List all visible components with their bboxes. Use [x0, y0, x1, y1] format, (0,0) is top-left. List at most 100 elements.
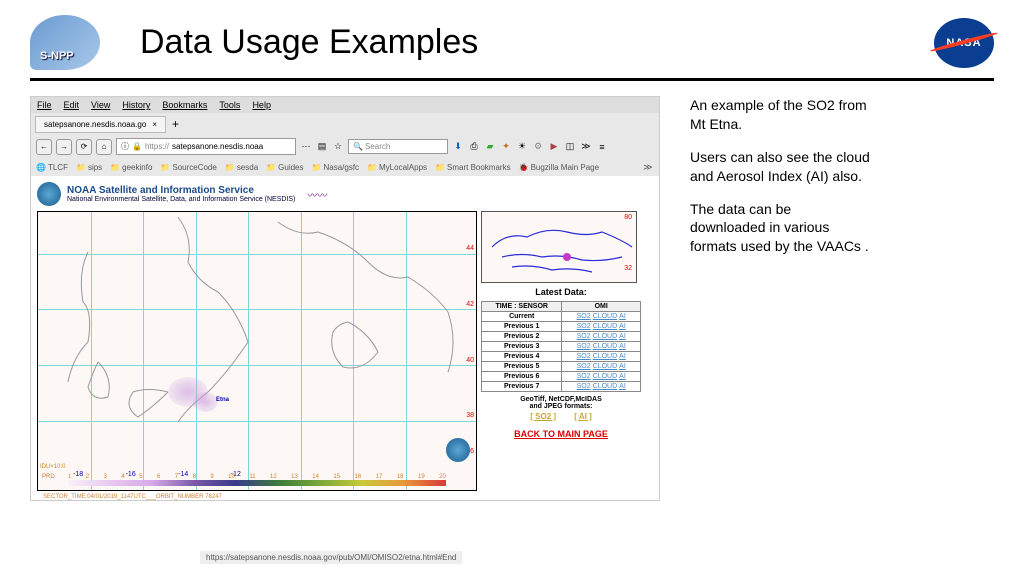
link-so2[interactable]: SO2	[576, 323, 592, 330]
data-table: TIME : SENSOROMI CurrentSO2CLOUDAIPrevio…	[481, 301, 641, 392]
link-cloud[interactable]: CLOUD	[592, 373, 619, 380]
link-cloud[interactable]: CLOUD	[592, 363, 619, 370]
addon-icon-3[interactable]: ☀	[516, 141, 528, 153]
home-button[interactable]: ⌂	[96, 139, 112, 155]
link-so2[interactable]: SO2	[576, 343, 592, 350]
link-cloud[interactable]: CLOUD	[592, 323, 619, 330]
link-cloud[interactable]: CLOUD	[592, 353, 619, 360]
download-ai-link[interactable]: [ AI ]	[574, 412, 591, 421]
browser-window: File Edit View History Bookmarks Tools H…	[30, 96, 660, 501]
sector-time: SECTOR_TIME:04/01/2019_1147UTC___ORBIT_N…	[43, 494, 671, 500]
download-links: [ SO2 ] [ AI ]	[481, 412, 641, 421]
lock-icon: 🔒	[132, 142, 142, 151]
browser-tab[interactable]: satepsanone.nesdis.noaa.go ×	[35, 116, 166, 133]
url-input[interactable]: ⓘ 🔒 https://satepsanone.nesdis.noaa	[116, 138, 296, 155]
status-bar: https://satepsanone.nesdis.noaa.gov/pub/…	[200, 551, 462, 564]
link-ai[interactable]: AI	[618, 323, 627, 330]
side-panel: 80 32 Latest Data: TIME : SENSOROMI Curr…	[481, 211, 641, 491]
description-text: An example of the SO2 from Mt Etna. User…	[690, 96, 870, 501]
menu-bookmarks[interactable]: Bookmarks	[162, 100, 207, 110]
addon-icon-5[interactable]: ▶	[548, 141, 560, 153]
noaa-subtitle: National Environmental Satellite, Data, …	[67, 196, 295, 203]
download-so2-link[interactable]: [ SO2 ]	[530, 412, 556, 421]
tab-title: satepsanone.nesdis.noaa.go	[44, 120, 146, 129]
more-icon[interactable]: ⋯	[300, 141, 312, 153]
menu-history[interactable]: History	[122, 100, 150, 110]
page-content: NOAA Satellite and Information Service N…	[31, 176, 659, 500]
slide-title: Data Usage Examples	[140, 23, 934, 62]
search-input[interactable]: 🔍 Search	[348, 139, 448, 154]
back-button[interactable]: ←	[36, 139, 52, 155]
bookmark-geekinfo[interactable]: 📁geekinfo	[110, 163, 152, 172]
idu-label: IDU×10:0	[40, 464, 66, 470]
link-so2[interactable]: SO2	[576, 353, 592, 360]
coastline	[38, 212, 476, 490]
star-icon[interactable]: ☆	[332, 141, 344, 153]
link-so2[interactable]: SO2	[576, 373, 592, 380]
th-omi: OMI	[562, 302, 641, 312]
etna-label: Etna	[216, 397, 229, 403]
table-row: Previous 1SO2CLOUDAI	[482, 322, 641, 332]
new-tab-button[interactable]: +	[166, 115, 185, 133]
info-icon[interactable]: ⓘ	[121, 141, 129, 152]
bookmark-sesda[interactable]: 📁sesda	[225, 163, 258, 172]
link-cloud[interactable]: CLOUD	[592, 343, 619, 350]
bookmark-nasa[interactable]: 📁Nasa/gsfc	[312, 163, 360, 172]
link-ai[interactable]: AI	[618, 333, 627, 340]
menu-view[interactable]: View	[91, 100, 110, 110]
colorbar: 1234567891011121314151617181920	[68, 474, 446, 486]
menu-icon[interactable]: ≡	[596, 141, 608, 153]
link-ai[interactable]: AI	[618, 343, 627, 350]
bookmark-mylocal[interactable]: 📁MyLocalApps	[367, 163, 427, 172]
main-map[interactable]: Etna 44 42 40 38 36 -18 -16 -14 -12 IDU×…	[37, 211, 477, 491]
search-icon: 🔍	[353, 142, 363, 151]
sidebar-icon[interactable]: ◫	[564, 141, 576, 153]
bookmarks-overflow[interactable]: ≫	[642, 161, 654, 173]
menu-file[interactable]: File	[37, 100, 52, 110]
bookmark-bugzilla[interactable]: 🐞Bugzilla Main Page	[519, 163, 599, 172]
link-cloud[interactable]: CLOUD	[592, 333, 619, 340]
th-time: TIME : SENSOR	[482, 302, 562, 312]
close-icon[interactable]: ×	[152, 120, 157, 129]
library-icon[interactable]: ⎙	[468, 141, 480, 153]
download-icon[interactable]: ⬇	[452, 141, 464, 153]
reload-button[interactable]: ⟳	[76, 139, 92, 155]
link-so2[interactable]: SO2	[576, 333, 592, 340]
prd-label: PRD	[42, 474, 55, 480]
link-ai[interactable]: AI	[618, 313, 627, 320]
mini-map[interactable]: 80 32	[481, 211, 637, 283]
link-so2[interactable]: SO2	[576, 313, 592, 320]
browser-tabbar: satepsanone.nesdis.noaa.go × +	[31, 113, 659, 135]
bookmarks-toolbar: 🌐 TLCF 📁sips 📁geekinfo 📁SourceCode 📁sesd…	[31, 158, 659, 176]
bookmark-guides[interactable]: 📁Guides	[266, 163, 303, 172]
link-ai[interactable]: AI	[618, 363, 627, 370]
back-to-main-link[interactable]: BACK TO MAIN PAGE	[481, 429, 641, 439]
table-row: Previous 7SO2CLOUDAI	[482, 382, 641, 392]
link-ai[interactable]: AI	[618, 373, 627, 380]
link-so2[interactable]: SO2	[576, 383, 592, 390]
noaa-title: NOAA Satellite and Information Service	[67, 185, 295, 196]
addon-icon-1[interactable]: ▰	[484, 141, 496, 153]
link-cloud[interactable]: CLOUD	[592, 313, 619, 320]
menu-edit[interactable]: Edit	[64, 100, 80, 110]
link-ai[interactable]: AI	[618, 383, 627, 390]
bookmark-sips[interactable]: 📁sips	[76, 163, 102, 172]
squiggle-icon: 〰〰	[307, 187, 327, 202]
bookmark-tlcf[interactable]: 🌐 TLCF	[36, 163, 68, 172]
link-cloud[interactable]: CLOUD	[592, 383, 619, 390]
reader-icon[interactable]: ▤	[316, 141, 328, 153]
bookmark-smart[interactable]: 📁Smart Bookmarks	[435, 163, 511, 172]
addon-icon-2[interactable]: ✦	[500, 141, 512, 153]
table-row: CurrentSO2CLOUDAI	[482, 312, 641, 322]
desc-p2: Users can also see the cloud and Aerosol…	[690, 148, 870, 186]
link-so2[interactable]: SO2	[576, 363, 592, 370]
overflow-icon[interactable]: ≫	[580, 141, 592, 153]
bookmark-sourcecode[interactable]: 📁SourceCode	[160, 163, 216, 172]
forward-button[interactable]: →	[56, 139, 72, 155]
menu-help[interactable]: Help	[252, 100, 271, 110]
menu-tools[interactable]: Tools	[219, 100, 240, 110]
link-ai[interactable]: AI	[618, 353, 627, 360]
snpp-logo	[30, 15, 100, 70]
addon-icon-4[interactable]: ⚙	[532, 141, 544, 153]
table-row: Previous 6SO2CLOUDAI	[482, 372, 641, 382]
